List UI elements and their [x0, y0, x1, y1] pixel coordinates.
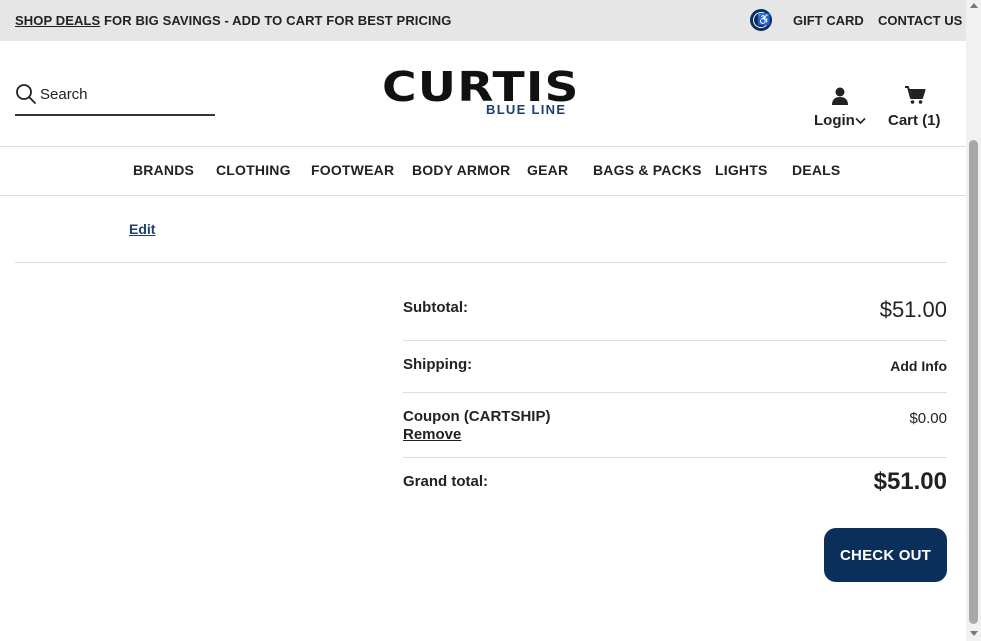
coupon-label: Coupon (CARTSHIP)	[403, 408, 551, 425]
contact-us-link[interactable]: CONTACT US	[878, 13, 962, 28]
nav-gear[interactable]: GEAR	[527, 162, 568, 178]
nav-brands[interactable]: BRANDS	[133, 162, 194, 178]
chevron-down-icon	[855, 117, 866, 125]
login-label: Login	[814, 112, 855, 129]
divider	[403, 457, 947, 458]
grand-total-label: Grand total:	[403, 473, 488, 490]
main-nav: BRANDS CLOTHING FOOTWEAR BODY ARMOR GEAR…	[0, 146, 966, 196]
page: SHOP DEALS FOR BIG SAVINGS - ADD TO CART…	[0, 0, 966, 641]
nav-clothing[interactable]: CLOTHING	[216, 162, 291, 178]
subtotal-label: Subtotal:	[403, 299, 468, 316]
logo-subtitle: BLUE LINE	[486, 102, 567, 117]
shipping-label: Shipping:	[403, 356, 473, 373]
scroll-down-icon[interactable]	[970, 631, 978, 636]
search-icon[interactable]	[15, 83, 37, 105]
nav-lights[interactable]: LIGHTS	[715, 162, 768, 178]
vertical-scrollbar[interactable]	[966, 0, 981, 641]
login-button[interactable]: Login	[814, 86, 870, 130]
checkout-button[interactable]: CHECK OUT	[824, 528, 947, 582]
search-bar	[15, 83, 215, 116]
nav-body-armor[interactable]: BODY ARMOR	[412, 162, 510, 178]
promo-message: SHOP DEALS FOR BIG SAVINGS - ADD TO CART…	[15, 13, 451, 28]
shop-deals-link[interactable]: SHOP DEALS	[15, 13, 100, 28]
promo-text: FOR BIG SAVINGS - ADD TO CART FOR BEST P…	[100, 13, 452, 28]
remove-coupon-link[interactable]: Remove	[403, 426, 461, 443]
subtotal-value: $51.00	[879, 297, 947, 322]
user-icon	[832, 87, 848, 105]
nav-bags-packs[interactable]: BAGS & PACKS	[593, 162, 702, 178]
scroll-up-icon[interactable]	[970, 3, 978, 8]
divider	[403, 392, 947, 393]
coupon-value: $0.00	[909, 410, 947, 427]
curtis-logo[interactable]: CURTIS BLUE LINE	[382, 63, 584, 119]
cart-button[interactable]: Cart (1)	[888, 86, 944, 130]
scrollbar-thumb[interactable]	[969, 140, 978, 624]
add-shipping-info-link[interactable]: Add Info	[890, 358, 947, 374]
divider	[403, 340, 947, 341]
gift-card-link[interactable]: GIFT CARD	[793, 13, 864, 28]
cart-icon	[905, 86, 926, 104]
search-input[interactable]	[40, 83, 210, 105]
site-header: CURTIS BLUE LINE Login Cart (1)	[0, 41, 966, 146]
edit-item-link[interactable]: Edit	[129, 221, 155, 237]
promo-bar: SHOP DEALS FOR BIG SAVINGS - ADD TO CART…	[0, 0, 966, 41]
accessibility-icon[interactable]: ♿	[750, 9, 772, 31]
nav-deals[interactable]: DEALS	[792, 162, 840, 178]
divider	[15, 262, 947, 263]
cart-label: Cart (1)	[888, 112, 941, 129]
grand-total-value: $51.00	[873, 468, 947, 495]
nav-footwear[interactable]: FOOTWEAR	[311, 162, 394, 178]
